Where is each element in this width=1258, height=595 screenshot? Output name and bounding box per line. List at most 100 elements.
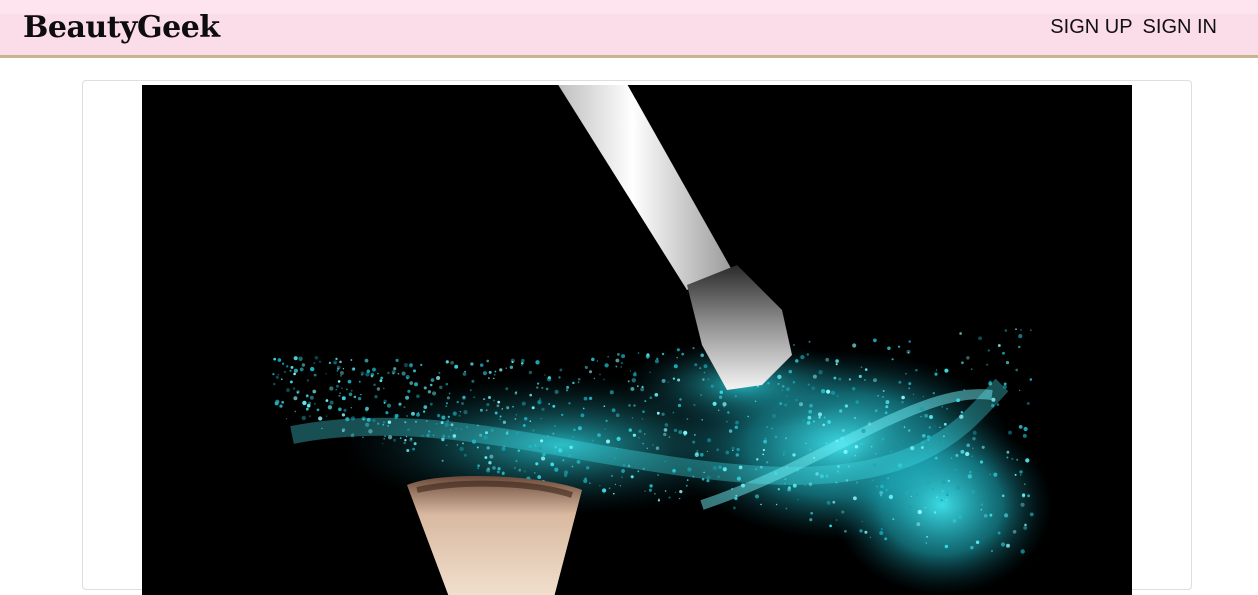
powder-speck	[858, 374, 862, 378]
powder-speck	[686, 418, 689, 420]
powder-speck	[852, 343, 857, 348]
powder-speck	[970, 489, 976, 494]
powder-speck	[972, 437, 976, 441]
powder-speck	[978, 336, 983, 341]
powder-speck	[960, 509, 962, 512]
powder-speck	[654, 492, 656, 495]
powder-speck	[604, 363, 609, 368]
powder-speck	[795, 359, 799, 363]
powder-speck	[294, 410, 297, 413]
powder-speck	[725, 450, 730, 455]
powder-speck	[470, 362, 474, 366]
powder-speck	[401, 371, 406, 376]
powder-speck	[562, 459, 565, 462]
powder-speck	[529, 393, 533, 397]
powder-speck	[807, 383, 810, 386]
powder-speck	[539, 398, 541, 400]
powder-speck	[961, 361, 964, 365]
powder-speck	[441, 459, 444, 462]
powder-speck	[736, 447, 740, 452]
powder-speck	[808, 409, 813, 414]
powder-speck	[286, 388, 290, 393]
powder-speck	[306, 394, 309, 397]
powder-speck	[800, 354, 805, 360]
powder-speck	[847, 465, 850, 468]
powder-speck	[413, 369, 416, 373]
powder-speck	[876, 485, 878, 488]
powder-speck	[345, 417, 350, 422]
powder-speck	[645, 354, 650, 359]
powder-speck	[522, 424, 526, 427]
powder-speck	[963, 388, 966, 391]
powder-speck	[1023, 483, 1026, 486]
powder-speck	[901, 400, 904, 404]
powder-speck	[613, 457, 617, 460]
sign-in-link[interactable]: SIGN IN	[1143, 14, 1217, 40]
powder-speck	[706, 475, 711, 480]
powder-speck	[667, 381, 670, 384]
powder-speck	[285, 418, 288, 420]
powder-speck	[610, 474, 614, 478]
powder-speck	[348, 392, 353, 397]
sign-up-link[interactable]: SIGN UP	[1050, 14, 1132, 40]
powder-speck	[309, 395, 314, 400]
powder-speck	[826, 500, 831, 505]
powder-speck	[368, 429, 373, 434]
powder-speck	[1029, 512, 1034, 517]
powder-speck	[492, 466, 496, 470]
powder-speck	[807, 420, 811, 425]
powder-speck	[392, 372, 395, 375]
powder-speck	[362, 436, 364, 439]
hero-image[interactable]	[142, 85, 1132, 595]
powder-speck	[734, 425, 739, 430]
powder-speck	[293, 372, 296, 376]
powder-speck	[825, 442, 828, 445]
powder-speck	[657, 474, 659, 476]
powder-speck	[820, 389, 826, 394]
powder-speck	[1018, 389, 1021, 392]
powder-speck	[945, 499, 948, 501]
powder-speck	[880, 484, 884, 489]
powder-speck	[380, 376, 384, 380]
powder-speck	[459, 410, 462, 413]
powder-speck	[966, 356, 970, 360]
powder-speck	[328, 361, 332, 365]
powder-speck	[414, 420, 418, 423]
powder-speck	[693, 403, 696, 407]
powder-speck	[379, 379, 383, 383]
powder-speck	[766, 461, 769, 464]
powder-speck	[941, 406, 944, 408]
brand-logo[interactable]: BeautyGeek	[23, 9, 220, 47]
powder-speck	[997, 344, 1001, 347]
powder-speck	[861, 428, 866, 434]
powder-speck	[873, 378, 877, 383]
powder-speck	[432, 434, 435, 436]
powder-speck	[777, 488, 780, 491]
powder-speck	[534, 472, 536, 474]
powder-speck	[407, 428, 410, 431]
powder-speck	[980, 508, 983, 511]
powder-speck	[656, 357, 659, 360]
powder-speck	[450, 423, 454, 427]
powder-speck	[835, 481, 838, 484]
powder-speck	[648, 488, 652, 492]
powder-speck	[447, 435, 450, 438]
powder-speck	[873, 338, 877, 343]
powder-speck	[703, 364, 708, 369]
powder-speck	[646, 447, 648, 449]
powder-speck	[717, 409, 720, 412]
powder-speck	[460, 428, 463, 431]
powder-speck	[504, 441, 506, 444]
powder-speck	[308, 415, 312, 418]
powder-speck	[313, 362, 316, 365]
powder-speck	[955, 453, 959, 457]
powder-speck	[734, 496, 738, 501]
powder-speck	[910, 446, 915, 451]
powder-speck	[1015, 328, 1017, 330]
powder-speck	[852, 496, 857, 501]
powder-speck	[520, 361, 524, 365]
powder-speck	[707, 378, 710, 381]
powder-speck	[289, 369, 292, 372]
powder-speck	[782, 454, 785, 456]
powder-speck	[1027, 494, 1031, 498]
